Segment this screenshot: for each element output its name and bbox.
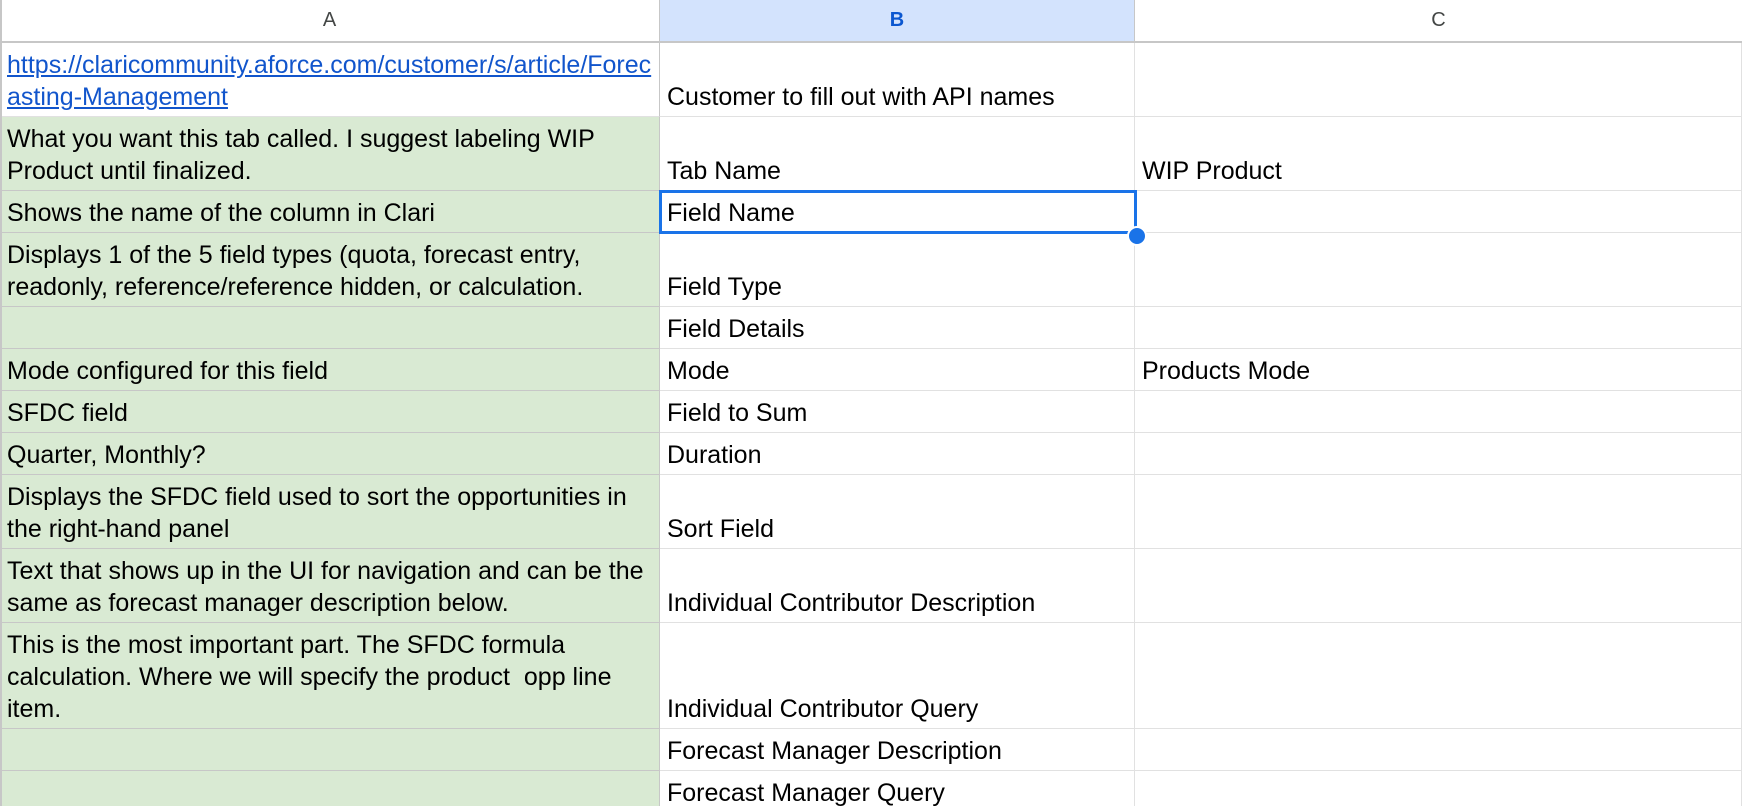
cell-c2[interactable]: WIP Product (1135, 117, 1742, 191)
cell-b10[interactable]: Individual Contributor Description (660, 549, 1135, 623)
sheet-row-9: Displays the SFDC field used to sort the… (0, 475, 1742, 549)
cell-a3[interactable]: Shows the name of the column in Clari (0, 191, 660, 233)
cell-b4[interactable]: Field Type (660, 233, 1135, 307)
cell-c1[interactable] (1135, 43, 1742, 117)
cell-text: Displays 1 of the 5 field types (quota, … (7, 241, 588, 301)
cell-text: Mode configured for this field (7, 357, 329, 385)
cell-text: Text that shows up in the UI for navigat… (7, 557, 651, 617)
cell-text: Duration (667, 441, 762, 469)
cell-a10[interactable]: Text that shows up in the UI for navigat… (0, 549, 660, 623)
spreadsheet: A B C https://claricommunity.aforce.com/… (0, 0, 1742, 806)
cell-text: Shows the name of the column in Clari (7, 199, 435, 227)
cell-b13[interactable]: Forecast Manager Query (660, 771, 1135, 806)
sheet-row-4: Displays 1 of the 5 field types (quota, … (0, 233, 1742, 307)
sheet-row-3: Shows the name of the column in Clari Fi… (0, 191, 1742, 233)
cell-b6[interactable]: Mode (660, 349, 1135, 391)
fill-handle[interactable] (1127, 226, 1147, 246)
cell-text: Individual Contributor Description (667, 589, 1036, 617)
column-header-label: B (889, 9, 905, 31)
cell-text: Field to Sum (667, 399, 808, 427)
cell-a11[interactable]: This is the most important part. The SFD… (0, 623, 660, 729)
sheet-row-6: Mode configured for this field Mode Prod… (0, 349, 1742, 391)
sheet-row-8: Quarter, Monthly? Duration (0, 433, 1742, 475)
cell-c10[interactable] (1135, 549, 1742, 623)
cell-c5[interactable] (1135, 307, 1742, 349)
cell-c7[interactable] (1135, 391, 1742, 433)
cell-text: Forecast Manager Description (667, 737, 1002, 765)
forecasting-management-link[interactable]: https://claricommunity.aforce.com/custom… (7, 49, 652, 113)
column-header-label: A (322, 9, 337, 31)
cell-a9[interactable]: Displays the SFDC field used to sort the… (0, 475, 660, 549)
sheet-row-10: Text that shows up in the UI for navigat… (0, 549, 1742, 623)
sheet-row-12: Forecast Manager Description (0, 729, 1742, 771)
cell-c9[interactable] (1135, 475, 1742, 549)
cell-c13[interactable] (1135, 771, 1742, 806)
cell-text: Field Type (667, 273, 782, 301)
cell-text: What you want this tab called. I suggest… (7, 125, 602, 185)
cell-c4[interactable] (1135, 233, 1742, 307)
cell-a2[interactable]: What you want this tab called. I suggest… (0, 117, 660, 191)
cell-text: Products Mode (1142, 357, 1311, 385)
column-header-a[interactable]: A (0, 0, 660, 43)
sheet-row-7: SFDC field Field to Sum (0, 391, 1742, 433)
sheet-left-border (0, 0, 2, 806)
cell-b11[interactable]: Individual Contributor Query (660, 623, 1135, 729)
cell-b9[interactable]: Sort Field (660, 475, 1135, 549)
column-header-b[interactable]: B (660, 0, 1135, 43)
cell-c3[interactable] (1135, 191, 1742, 233)
cell-b2[interactable]: Tab Name (660, 117, 1135, 191)
cell-a1[interactable]: https://claricommunity.aforce.com/custom… (0, 43, 660, 117)
cell-b5[interactable]: Field Details (660, 307, 1135, 349)
cell-a6[interactable]: Mode configured for this field (0, 349, 660, 391)
cell-text: Tab Name (667, 157, 781, 185)
cell-c11[interactable] (1135, 623, 1742, 729)
cell-c12[interactable] (1135, 729, 1742, 771)
column-header-label: C (1431, 9, 1446, 31)
sheet-row-5: Field Details (0, 307, 1742, 349)
column-header-c[interactable]: C (1135, 0, 1742, 43)
cell-text: SFDC field (7, 399, 128, 427)
cell-b3[interactable]: Field Name (660, 191, 1135, 233)
cell-text: Mode (667, 357, 730, 385)
cell-b7[interactable]: Field to Sum (660, 391, 1135, 433)
sheet-row-2: What you want this tab called. I suggest… (0, 117, 1742, 191)
cell-b12[interactable]: Forecast Manager Description (660, 729, 1135, 771)
cell-text: Customer to fill out with API names (667, 83, 1055, 111)
cell-text: Individual Contributor Query (667, 695, 979, 723)
cell-b1[interactable]: Customer to fill out with API names (660, 43, 1135, 117)
cell-a7[interactable]: SFDC field (0, 391, 660, 433)
cell-text: Sort Field (667, 515, 774, 543)
cell-text: Field Details (667, 315, 805, 343)
cell-a8[interactable]: Quarter, Monthly? (0, 433, 660, 475)
cell-text: Quarter, Monthly? (7, 441, 206, 469)
sheet-row-13: Forecast Manager Query (0, 771, 1742, 806)
cell-a12[interactable] (0, 729, 660, 771)
cell-c8[interactable] (1135, 433, 1742, 475)
cell-text: Field Name (667, 199, 795, 227)
cell-text: Forecast Manager Query (667, 779, 945, 806)
cell-text: Displays the SFDC field used to sort the… (7, 483, 634, 543)
cell-a5[interactable] (0, 307, 660, 349)
cell-text: This is the most important part. The SFD… (7, 631, 619, 723)
sheet-row-11: This is the most important part. The SFD… (0, 623, 1742, 729)
cell-a4[interactable]: Displays 1 of the 5 field types (quota, … (0, 233, 660, 307)
sheet-row-1: https://claricommunity.aforce.com/custom… (0, 43, 1742, 117)
cell-c6[interactable]: Products Mode (1135, 349, 1742, 391)
cell-b8[interactable]: Duration (660, 433, 1135, 475)
cell-text: WIP Product (1142, 157, 1282, 185)
cell-a13[interactable] (0, 771, 660, 806)
